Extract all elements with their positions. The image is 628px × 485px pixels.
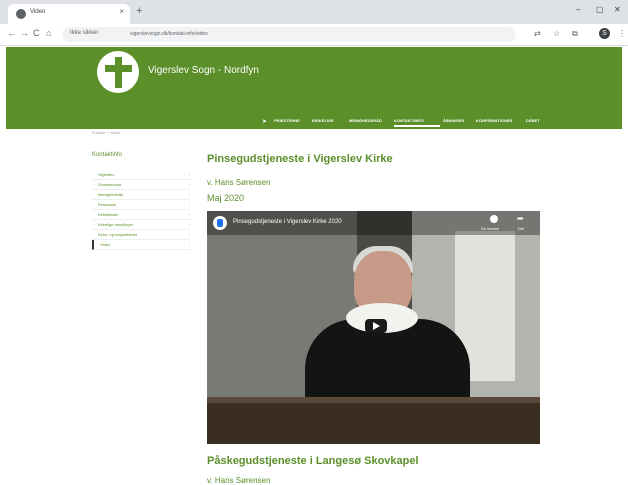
main-navigation: ➤ PRÆSTERNE KIRKELIGE MENIGHEDSRÅD KONTA… — [6, 116, 622, 128]
cross-horizontal — [105, 65, 132, 72]
sidebar-item-vigerslev[interactable]: Vigerslev › — [92, 170, 190, 180]
nav-item-menighedsraad[interactable]: MENIGHEDSRÅD — [349, 118, 382, 123]
translate-icon[interactable]: ⇄ — [534, 29, 541, 38]
sidebar-item-label: Graverkontor — [98, 182, 122, 187]
video-title[interactable]: Pinsegudstjeneste i Vigerslev Kirke 2020 — [233, 219, 342, 225]
share-label[interactable]: Del — [518, 226, 524, 231]
play-icon — [373, 322, 380, 330]
next-video-title: Påskegudstjeneste i Langesø Skovkapel — [207, 455, 419, 467]
chevron-right-icon: › — [188, 222, 190, 227]
site-title[interactable]: Vigerslev Sogn - Nordfyn — [148, 65, 259, 76]
new-tab-button[interactable]: + — [136, 5, 142, 17]
next-video-byline: v. Hans Sørensen — [207, 476, 271, 485]
chevron-right-icon: › — [188, 192, 190, 197]
watch-later-label[interactable]: Se senere — [481, 226, 499, 231]
address-bar[interactable]: Ikke sikker vigerslevsogn.dk/kontakt-inf… — [62, 27, 516, 42]
extensions-icon[interactable]: ⧉ — [572, 29, 578, 39]
back-icon[interactable]: ← — [7, 28, 16, 38]
maximize-button[interactable]: ▢ — [596, 5, 604, 14]
nav-item-konfirmationer[interactable]: KONFIRMATIONER — [476, 118, 512, 123]
nav-item-kontakt-info[interactable]: KONTAKT/INFO — [394, 118, 424, 123]
mouse-cursor-icon: ➤ — [262, 119, 268, 125]
video-top-bar: Pinsegudstjeneste i Vigerslev Kirke 2020… — [207, 211, 540, 235]
author-byline: v. Hans Sørensen — [207, 178, 271, 187]
date-label: Maj 2020 — [207, 193, 245, 203]
chevron-right-icon: › — [188, 172, 190, 177]
nav-item-daabet[interactable]: DÅBET — [526, 118, 540, 123]
reload-icon[interactable]: C — [33, 28, 40, 38]
sidebar-item-sognebladet[interactable]: Kirke- og sognebladet › — [92, 230, 190, 240]
clock-icon[interactable] — [490, 215, 498, 223]
forward-icon[interactable]: → — [20, 28, 29, 38]
sidebar-item-label: Kirkebladet — [98, 212, 119, 217]
channel-avatar[interactable] — [213, 216, 227, 230]
nav-item-praesterne[interactable]: PRÆSTERNE — [274, 118, 300, 123]
chevron-right-icon: › — [188, 232, 190, 237]
menu-icon[interactable]: ⋮ — [618, 29, 626, 38]
profile-icon[interactable]: S — [599, 28, 610, 39]
channel-logo-icon — [217, 219, 223, 227]
sidebar-item-label: Vigerslev — [98, 172, 115, 177]
chevron-right-icon: › — [188, 212, 190, 217]
browser-tab-bar: Video × + – ▢ ✕ — [0, 0, 628, 24]
sidebar-item-kirkebladet[interactable]: Kirkebladet › — [92, 210, 190, 220]
sidebar-item-kirkelige-handlinger[interactable]: Kirkelige handlinger › — [92, 220, 190, 230]
breadcrumb[interactable]: Forside > Video — [92, 130, 120, 135]
sidebar-item-personale[interactable]: Personale › — [92, 200, 190, 210]
nav-item-kirkelige[interactable]: KIRKELIGE — [312, 118, 334, 123]
url-text: vigerslevsogn.dk/kontakt-info/video — [130, 31, 208, 37]
browser-tab[interactable]: Video × — [8, 4, 130, 24]
nav-item-aabninger[interactable]: ÅBNINGER — [443, 118, 464, 123]
sidebar-title: Kontaktinfo — [92, 152, 123, 158]
chevron-right-icon: › — [188, 182, 190, 187]
browser-toolbar: ← → C ⌂ Ikke sikker vigerslevsogn.dk/kon… — [0, 24, 628, 46]
sidebar-item-label: Menighedsråd — [98, 192, 124, 197]
chevron-right-icon: › — [188, 202, 190, 207]
video-frame-pulpit — [207, 403, 540, 444]
sidebar-item-label: Video — [100, 242, 111, 247]
tab-title: Video — [30, 9, 46, 15]
sidebar-menu: Vigerslev › Graverkontor › Menighedsråd › P… — [92, 170, 190, 250]
home-icon[interactable]: ⌂ — [46, 28, 51, 38]
star-icon[interactable]: ☆ — [553, 29, 560, 38]
cross-vertical — [115, 57, 122, 88]
sidebar-item-label: Kirke- og sognebladet — [98, 232, 137, 237]
minimize-button[interactable]: – — [576, 5, 580, 14]
sidebar-item-label: Kirkelige handlinger — [98, 222, 134, 227]
church-cross-logo[interactable] — [97, 51, 139, 93]
video-player[interactable]: Pinsegudstjeneste i Vigerslev Kirke 2020… — [207, 211, 540, 444]
share-icon[interactable]: ➦ — [517, 214, 524, 223]
chevron-right-icon: › — [188, 242, 190, 247]
nav-active-indicator — [394, 125, 440, 127]
site-header: Vigerslev Sogn - Nordfyn ➤ PRÆSTERNE KIR… — [6, 47, 622, 129]
sidebar-item-graverkontor[interactable]: Graverkontor › — [92, 180, 190, 190]
sidebar-item-label: Personale — [98, 202, 117, 207]
site-info-label[interactable]: Ikke sikker — [70, 30, 98, 36]
close-window-button[interactable]: ✕ — [614, 5, 621, 14]
close-tab-icon[interactable]: × — [119, 7, 124, 16]
sidebar-item-menighedsraad[interactable]: Menighedsråd › — [92, 190, 190, 200]
favicon-icon — [16, 9, 26, 19]
sidebar-item-video[interactable]: Video › — [92, 240, 190, 250]
page-title: Pinsegudstjeneste i Vigerslev Kirke — [207, 153, 393, 165]
